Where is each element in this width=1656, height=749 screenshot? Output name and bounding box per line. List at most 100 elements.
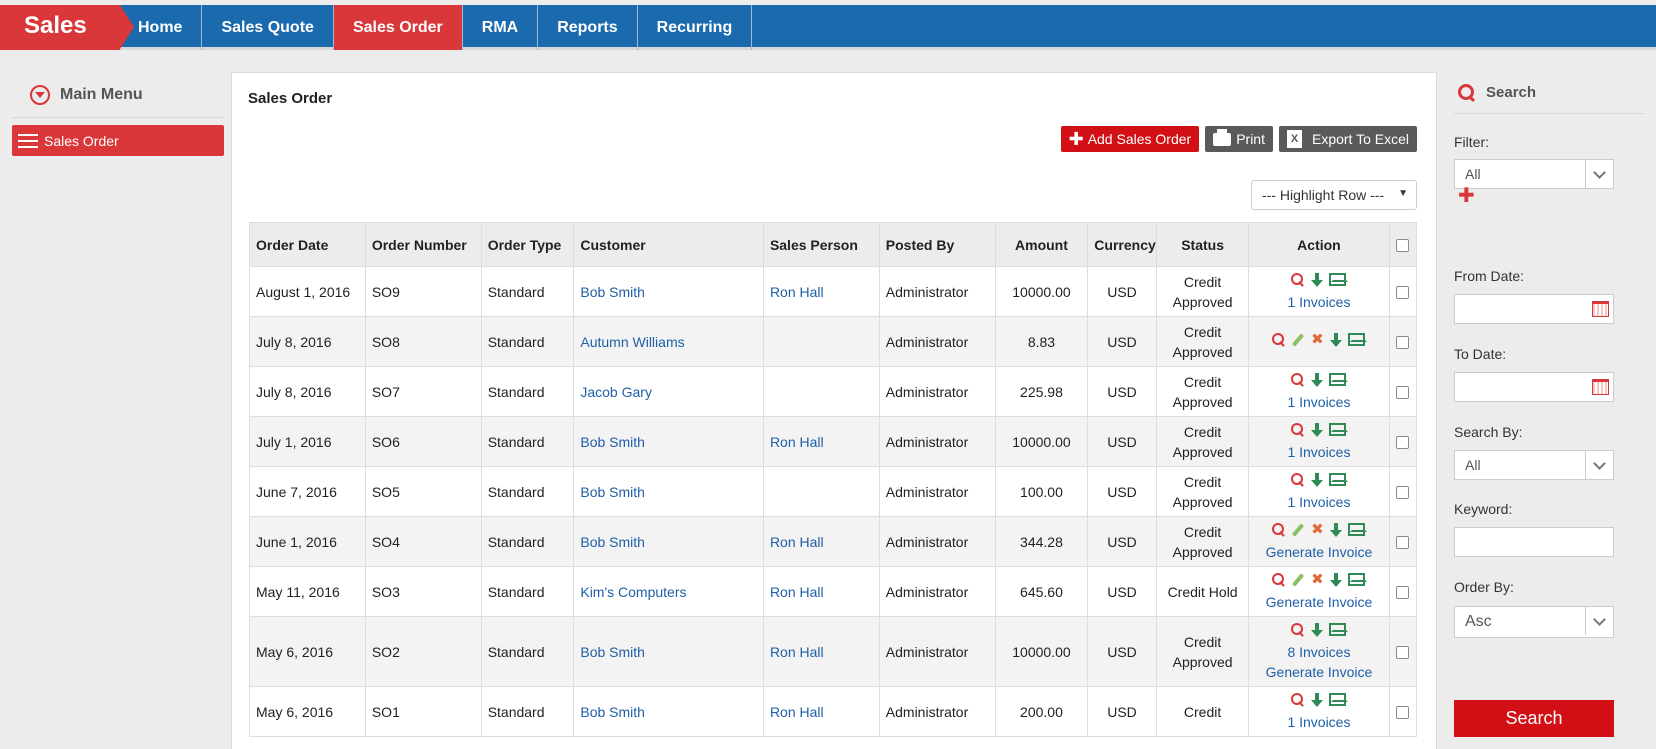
col-currency[interactable]: Currency xyxy=(1087,222,1157,267)
download-icon[interactable] xyxy=(1310,472,1324,487)
edit-icon[interactable] xyxy=(1291,573,1305,587)
row-checkbox[interactable] xyxy=(1396,336,1410,350)
col-order-number[interactable]: Order Number xyxy=(364,222,482,267)
table-row[interactable]: May 11, 2016 SO3 Standard Kim's Computers Ro… xyxy=(249,566,1417,617)
table-row[interactable]: July 8, 2016 SO7 Standard Jacob Gary Adminis… xyxy=(249,366,1417,417)
customer-link[interactable]: Jacob Gary xyxy=(580,384,652,400)
email-icon[interactable] xyxy=(1329,693,1349,706)
brand-logo[interactable]: Sales xyxy=(0,5,134,50)
invoice-link[interactable]: 1 Invoices xyxy=(1255,712,1382,732)
sales-person-link[interactable]: Ron Hall xyxy=(770,584,824,600)
table-row[interactable]: May 6, 2016 SO1 Standard Bob Smith Ron Hall A… xyxy=(249,686,1417,737)
customer-link[interactable]: Bob Smith xyxy=(580,534,645,550)
invoice-link[interactable]: Generate Invoice xyxy=(1255,592,1382,612)
view-icon[interactable] xyxy=(1272,522,1286,537)
row-checkbox[interactable] xyxy=(1396,586,1410,600)
view-icon[interactable] xyxy=(1291,272,1305,287)
row-checkbox[interactable] xyxy=(1396,646,1410,660)
nav-home[interactable]: Home xyxy=(120,5,203,50)
table-row[interactable]: July 8, 2016 SO8 Standard Autumn Williams Ad… xyxy=(249,316,1417,367)
download-icon[interactable] xyxy=(1310,692,1324,707)
customer-link[interactable]: Bob Smith xyxy=(580,284,645,300)
invoice-link[interactable]: 1 Invoices xyxy=(1255,492,1382,512)
row-checkbox[interactable] xyxy=(1396,286,1410,300)
to-date-input[interactable] xyxy=(1454,372,1614,402)
invoice-link[interactable]: Generate Invoice xyxy=(1255,542,1382,562)
select-all-checkbox[interactable] xyxy=(1396,239,1410,253)
download-icon[interactable] xyxy=(1329,522,1343,537)
table-row[interactable]: June 1, 2016 SO4 Standard Bob Smith Ron Hall… xyxy=(249,516,1417,567)
invoice-link[interactable]: 1 Invoices xyxy=(1255,392,1382,412)
row-checkbox[interactable] xyxy=(1396,386,1410,400)
view-icon[interactable] xyxy=(1291,372,1305,387)
nav-recurring[interactable]: Recurring xyxy=(638,5,753,50)
delete-icon[interactable]: ✖ xyxy=(1310,522,1324,537)
col-order-date[interactable]: Order Date xyxy=(249,222,366,267)
view-icon[interactable] xyxy=(1272,332,1286,347)
edit-icon[interactable] xyxy=(1291,523,1305,537)
sales-person-link[interactable]: Ron Hall xyxy=(770,644,824,660)
download-icon[interactable] xyxy=(1329,332,1343,347)
nav-sales-quote[interactable]: Sales Quote xyxy=(202,5,334,50)
from-date-input[interactable] xyxy=(1454,294,1614,324)
filter-select[interactable]: All xyxy=(1454,159,1614,189)
download-icon[interactable] xyxy=(1310,372,1324,387)
email-icon[interactable] xyxy=(1329,273,1349,286)
table-row[interactable]: August 1, 2016 SO9 Standard Bob Smith Ron Ha… xyxy=(249,266,1417,317)
email-icon[interactable] xyxy=(1329,473,1349,486)
invoice-link[interactable]: 1 Invoices xyxy=(1255,292,1382,312)
sales-person-link[interactable]: Ron Hall xyxy=(770,534,824,550)
sales-person-link[interactable]: Ron Hall xyxy=(770,284,824,300)
main-menu-header[interactable]: Main Menu xyxy=(12,72,224,118)
customer-link[interactable]: Bob Smith xyxy=(580,484,645,500)
calendar-icon[interactable] xyxy=(1592,301,1609,317)
view-icon[interactable] xyxy=(1291,622,1305,637)
download-icon[interactable] xyxy=(1310,272,1324,287)
row-checkbox[interactable] xyxy=(1396,436,1410,450)
view-icon[interactable] xyxy=(1291,422,1305,437)
sales-person-link[interactable]: Ron Hall xyxy=(770,434,824,450)
customer-link[interactable]: Kim's Computers xyxy=(580,584,686,600)
keyword-input[interactable] xyxy=(1454,527,1614,557)
search-button[interactable]: Search xyxy=(1454,700,1614,737)
table-row[interactable]: June 7, 2016 SO5 Standard Bob Smith Administ… xyxy=(249,466,1417,517)
delete-icon[interactable]: ✖ xyxy=(1310,572,1324,587)
sales-person-link[interactable]: Ron Hall xyxy=(770,704,824,720)
highlight-row-select[interactable]: --- Highlight Row --- ▼ xyxy=(1251,180,1417,210)
delete-icon[interactable]: ✖ xyxy=(1310,332,1324,347)
table-row[interactable]: July 1, 2016 SO6 Standard Bob Smith Ron Hall… xyxy=(249,416,1417,467)
email-icon[interactable] xyxy=(1329,423,1349,436)
download-icon[interactable] xyxy=(1310,622,1324,637)
col-status[interactable]: Status xyxy=(1155,222,1250,267)
print-button[interactable]: Print xyxy=(1205,126,1273,152)
nav-rma[interactable]: RMA xyxy=(463,5,539,50)
calendar-icon[interactable] xyxy=(1592,379,1609,395)
email-icon[interactable] xyxy=(1329,373,1349,386)
customer-link[interactable]: Bob Smith xyxy=(580,434,645,450)
export-excel-button[interactable]: X Export To Excel xyxy=(1278,126,1417,152)
col-sales-person[interactable]: Sales Person xyxy=(762,222,880,267)
sidebar-item-sales-order[interactable]: Sales Order xyxy=(12,125,224,156)
table-row[interactable]: May 6, 2016 SO2 Standard Bob Smith Ron Hall A… xyxy=(249,616,1417,687)
add-sales-order-button[interactable]: ✚ Add Sales Order xyxy=(1060,126,1200,152)
edit-icon[interactable] xyxy=(1291,333,1305,347)
search-by-select[interactable]: All xyxy=(1454,450,1614,480)
customer-link[interactable]: Bob Smith xyxy=(580,704,645,720)
col-order-type[interactable]: Order Type xyxy=(480,222,575,267)
col-customer[interactable]: Customer xyxy=(573,222,764,267)
email-icon[interactable] xyxy=(1348,333,1368,346)
row-checkbox[interactable] xyxy=(1396,536,1410,550)
col-amount[interactable]: Amount xyxy=(994,222,1089,267)
email-icon[interactable] xyxy=(1329,623,1349,636)
download-icon[interactable] xyxy=(1329,572,1343,587)
order-by-select[interactable]: Asc xyxy=(1454,606,1614,638)
view-icon[interactable] xyxy=(1272,572,1286,587)
invoice-link[interactable]: 1 Invoices xyxy=(1255,442,1382,462)
nav-sales-order[interactable]: Sales Order xyxy=(333,5,463,50)
email-icon[interactable] xyxy=(1348,573,1368,586)
add-filter-plus-icon[interactable]: ✚ xyxy=(1458,186,1475,206)
invoice-link[interactable]: 8 Invoices xyxy=(1255,642,1382,662)
download-icon[interactable] xyxy=(1310,422,1324,437)
customer-link[interactable]: Autumn Williams xyxy=(580,334,684,350)
email-icon[interactable] xyxy=(1348,523,1368,536)
